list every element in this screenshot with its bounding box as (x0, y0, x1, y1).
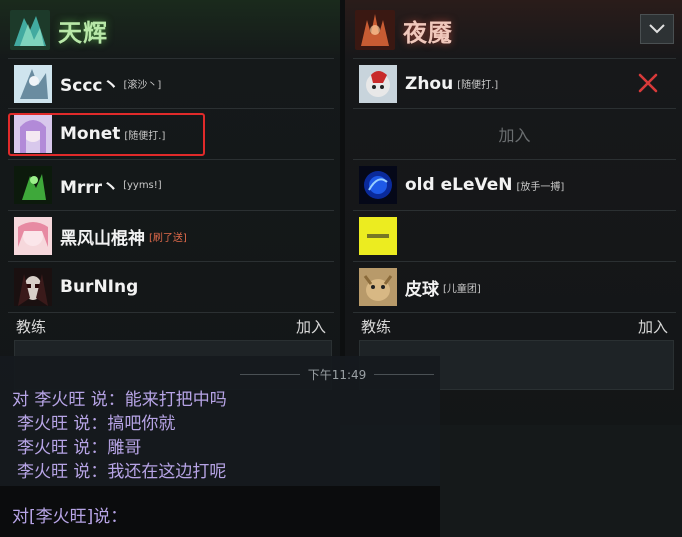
chat-input[interactable]: 对[李火旺]说： (0, 486, 440, 537)
player-avatar (14, 217, 52, 255)
dire-team-name: 夜魇 (403, 18, 453, 47)
player-name: 黑风山棍神 (60, 228, 145, 249)
player-slot[interactable] (353, 211, 676, 262)
highlight-box (8, 113, 205, 156)
player-slot[interactable]: old eLeVeN [放手一搏] (353, 160, 676, 211)
player-slot[interactable]: 皮球 [儿童团] (353, 262, 676, 313)
chat-timestamp: 下午11:49 (307, 367, 367, 382)
player-tag: [随便打.] (457, 80, 499, 91)
player-name: Mrrr丶 (60, 177, 120, 198)
chat-message: 对 李火旺 说：能来打把中吗 (12, 390, 227, 410)
coach-join-button[interactable]: 加入 (638, 316, 668, 337)
player-avatar (359, 268, 397, 306)
chat-input-prefix: 对[李火旺]说： (12, 507, 128, 527)
player-tag: [滚沙丶] (123, 80, 162, 91)
player-avatar (359, 64, 397, 103)
radiant-team-name: 天辉 (58, 18, 108, 47)
join-slot-button[interactable]: 加入 (353, 122, 676, 146)
dire-coach-bar: 教练 加入 (353, 313, 676, 339)
player-name: Zhou (405, 73, 454, 94)
player-avatar (14, 268, 52, 306)
coach-join-button[interactable]: 加入 (296, 316, 326, 337)
player-name: 皮球 (405, 279, 439, 300)
chat-panel: 下午11:49 对 李火旺 说：能来打把中吗 李火旺 说：搞吧你就 李火旺 说：… (0, 356, 440, 537)
player-avatar (359, 166, 397, 204)
chat-message: 李火旺 说：雕哥 (17, 438, 142, 458)
player-slot[interactable]: BurNIng (8, 262, 334, 313)
chevron-down-icon (649, 24, 665, 34)
player-slot[interactable]: Mrrr丶 [yyms!] (8, 160, 334, 211)
player-tag: [刷了送] (149, 232, 187, 244)
player-slot[interactable]: Sccc丶 [滚沙丶] (8, 58, 334, 109)
player-tag: [儿童团] (443, 283, 481, 295)
divider (374, 373, 434, 375)
dire-header: 夜魇 (355, 8, 453, 52)
dire-player-list: Zhou [随便打.] 加入 old eLeVeN [放手一搏] 皮球 [儿童团… (353, 58, 676, 313)
player-name: BurNIng (60, 277, 139, 297)
player-tag: [yyms!] (123, 179, 162, 191)
radiant-header: 天辉 (10, 8, 108, 52)
player-avatar (14, 64, 52, 103)
coach-label: 教练 (361, 317, 392, 336)
chat-messages: 对 李火旺 说：能来打把中吗 李火旺 说：搞吧你就 李火旺 说：雕哥 李火旺 说… (12, 388, 227, 484)
player-tag: [放手一搏] (516, 181, 565, 193)
player-name: Sccc丶 (60, 76, 120, 96)
chat-message: 李火旺 说：搞吧你就 (17, 414, 176, 434)
empty-player-slot[interactable]: 加入 (353, 109, 676, 160)
player-slot[interactable]: Zhou [随便打.] (353, 58, 676, 109)
dire-team-icon (355, 10, 395, 50)
close-icon[interactable] (636, 71, 660, 95)
player-avatar (359, 217, 397, 255)
radiant-team-icon (10, 10, 50, 50)
coach-label: 教练 (16, 317, 47, 336)
divider (240, 373, 300, 375)
radiant-coach-bar: 教练 加入 (8, 313, 334, 339)
player-slot[interactable]: 黑风山棍神 [刷了送] (8, 211, 334, 262)
chat-timestamp-row: 下午11:49 (240, 366, 434, 382)
team-dropdown-button[interactable] (640, 14, 674, 44)
radiant-player-list: Sccc丶 [滚沙丶] Monet [随便打.] Mrrr丶 [yyms!] 黑… (8, 58, 334, 313)
player-avatar (14, 166, 52, 204)
chat-message: 李火旺 说：我还在这边打呢 (17, 462, 227, 482)
player-name: old eLeVeN (405, 175, 513, 195)
